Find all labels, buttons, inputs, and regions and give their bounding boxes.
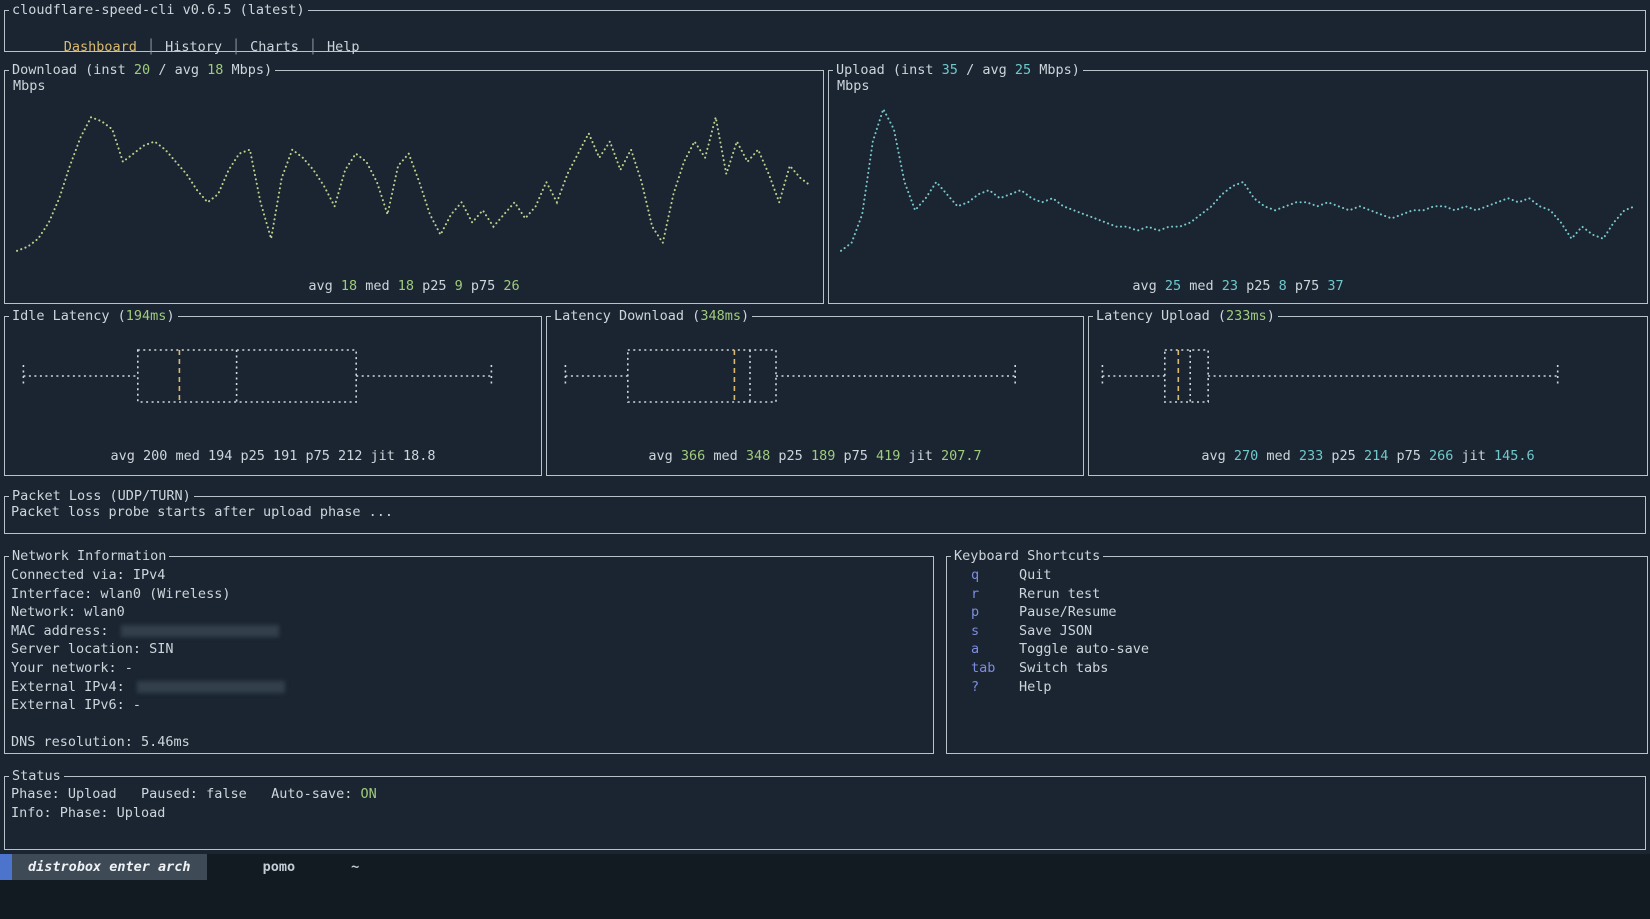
network-line-text: Network: wlan0 [11,604,125,620]
upload-stats-line: avg 25 med 23 p25 8 p75 37 [829,277,1647,295]
shortcut-label: Pause/Resume [1019,604,1117,620]
network-line-external-ipv4: External IPv4: [11,678,933,697]
tab-charts[interactable]: Charts [250,39,299,55]
redacted-mac-address [121,625,279,637]
network-line-external-ipv6: External IPv6: - [11,696,933,715]
network-line-mac: MAC address: [11,622,933,641]
upload-line-chart [835,93,1641,269]
session-tab-home[interactable]: ~ [351,854,359,880]
shortcut-key: p [971,603,1019,622]
tab-history[interactable]: History [165,39,222,55]
latency-download-title: Latency Download (348ms) [551,307,752,325]
shortcut-label: Toggle auto-save [1019,641,1149,657]
latency-upload-stats: avg 270 med 233 p25 214 p75 266 jit 145.… [1089,447,1647,465]
latency-upload-panel: Latency Upload (233ms) avg 270 med 233 p… [1088,316,1648,476]
status-panel: Status Phase: Upload Paused: false Auto-… [4,776,1646,850]
shortcut-label: Help [1019,679,1052,695]
terminal-status-bar: distrobox enter arch pomo ~ [0,854,1650,919]
shortcut-row-auto-save: aToggle auto-save [953,640,1647,659]
shortcut-row-rerun: rRerun test [953,585,1647,604]
status-info-line: Info: Phase: Upload [11,804,1645,823]
tab-separator: │ [309,39,317,55]
latency-upload-title: Latency Upload (233ms) [1093,307,1278,325]
upload-panel-title: Upload (inst 35 / avg 25 Mbps) [833,61,1083,79]
latency-upload-boxplot [1097,331,1639,431]
idle-latency-panel: Idle Latency (194ms) avg 200 med 194 p25… [4,316,542,476]
packet-loss-panel: Packet Loss (UDP/TURN) Packet loss probe… [4,496,1646,534]
network-info-panel: Network Information Connected via: IPv4 … [4,556,934,754]
redacted-external-ipv4 [137,681,285,693]
shortcut-key: s [971,622,1019,641]
shortcut-key: r [971,585,1019,604]
network-line-text: Your network: - [11,660,133,676]
network-line-text: Interface: wlan0 (Wireless) [11,586,230,602]
download-stats-line: avg 18 med 18 p25 9 p75 26 [5,277,823,295]
download-panel: Download (inst 20 / avg 18 Mbps) Mbps av… [4,70,824,304]
network-line-text: DNS resolution: 5.46ms [11,734,190,750]
network-line-text: Server location: SIN [11,641,174,657]
latency-download-panel: Latency Download (348ms) avg 366 med 348… [546,316,1084,476]
shortcut-row-help: ?Help [953,678,1647,697]
tab-help[interactable]: Help [327,39,360,55]
network-line-text: Connected via: IPv4 [11,567,165,583]
status-title: Status [9,767,64,785]
tab-dashboard[interactable]: Dashboard [64,39,137,55]
shortcut-label: Rerun test [1019,586,1100,602]
download-panel-title: Download (inst 20 / avg 18 Mbps) [9,61,275,79]
network-line-server-location: Server location: SIN [11,640,933,659]
session-indicator-block [0,854,12,880]
latency-download-boxplot [555,331,1075,431]
terminal-screen: cloudflare-speed-cli v0.6.5 (latest) Das… [0,0,1650,919]
tab-separator: │ [232,39,240,55]
shortcut-row-quit: qQuit [953,566,1647,585]
network-line-your-network: Your network: - [11,659,933,678]
network-line-interface: Interface: wlan0 (Wireless) [11,585,933,604]
status-phase-line: Phase: Upload Paused: false Auto-save: O… [11,785,1645,804]
packet-loss-message: Packet loss probe starts after upload ph… [11,503,1645,522]
session-tab-active[interactable]: distrobox enter arch [12,854,207,880]
idle-latency-title: Idle Latency (194ms) [9,307,178,325]
network-line-blank [11,715,933,734]
shortcut-label: Switch tabs [1019,660,1108,676]
network-line-text: External IPv4: [11,679,133,695]
app-header-panel: cloudflare-speed-cli v0.6.5 (latest) Das… [4,10,1646,52]
shortcut-label: Quit [1019,567,1052,583]
network-line-network: Network: wlan0 [11,603,933,622]
keyboard-shortcuts-panel: Keyboard Shortcuts qQuit rRerun test pPa… [946,556,1648,754]
network-line-text: MAC address: [11,623,117,639]
shortcut-row-pause: pPause/Resume [953,603,1647,622]
upload-panel: Upload (inst 35 / avg 25 Mbps) Mbps avg … [828,70,1648,304]
idle-latency-boxplot [13,331,533,431]
shortcut-label: Save JSON [1019,623,1092,639]
network-line-connected-via: Connected via: IPv4 [11,566,933,585]
latency-download-stats: avg 366 med 348 p25 189 p75 419 jit 207.… [547,447,1083,465]
session-tab-pomo[interactable]: pomo [263,854,296,880]
app-title: cloudflare-speed-cli v0.6.5 (latest) [9,1,308,19]
download-line-chart [11,93,817,269]
idle-latency-stats: avg 200 med 194 p25 191 p75 212 jit 18.8 [5,447,541,465]
packet-loss-title: Packet Loss (UDP/TURN) [9,487,194,505]
network-info-title: Network Information [9,547,169,565]
keyboard-shortcuts-title: Keyboard Shortcuts [951,547,1103,565]
tab-separator: │ [147,39,155,55]
shortcut-key: a [971,640,1019,659]
shortcut-key: ? [971,678,1019,697]
network-line-text: External IPv6: - [11,697,141,713]
shortcut-key: q [971,566,1019,585]
shortcut-row-switch-tabs: tabSwitch tabs [953,659,1647,678]
network-line-dns: DNS resolution: 5.46ms [11,733,933,752]
shortcut-row-save-json: sSave JSON [953,622,1647,641]
shortcut-key: tab [971,659,1019,678]
